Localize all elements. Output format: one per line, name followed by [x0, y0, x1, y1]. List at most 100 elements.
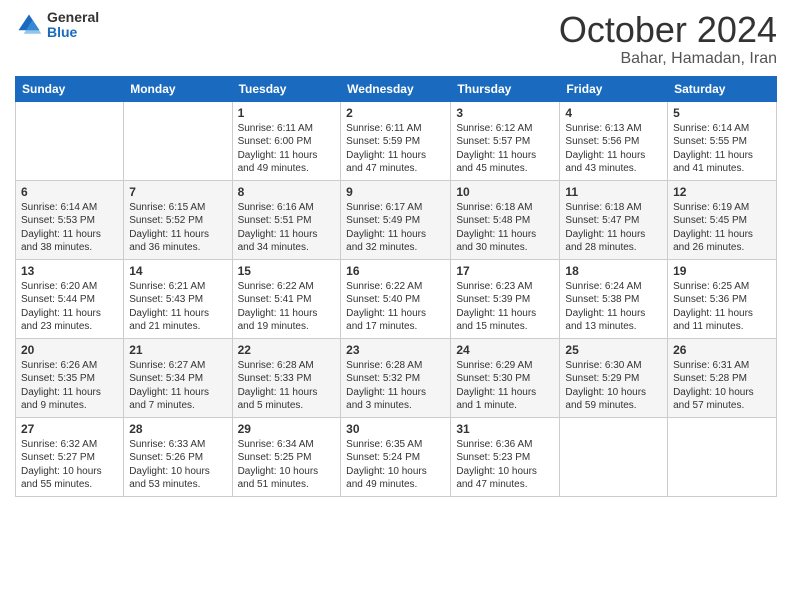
cell-content: Sunrise: 6:11 AMSunset: 6:00 PMDaylight:…: [238, 122, 336, 176]
calendar-cell: 27 Sunrise: 6:32 AMSunset: 5:27 PMDayligh…: [16, 417, 124, 496]
calendar-row-0: 1 Sunrise: 6:11 AMSunset: 6:00 PMDaylight…: [16, 101, 777, 180]
logo-blue: Blue: [47, 25, 99, 40]
cell-content: Sunrise: 6:35 AMSunset: 5:24 PMDaylight:…: [346, 438, 445, 492]
calendar-cell: 7Sunrise: 6:15 AMSunset: 5:52 PMDaylight…: [124, 180, 232, 259]
day-number: 5: [673, 106, 771, 120]
calendar-row-1: 6 Sunrise: 6:14 AMSunset: 5:53 PMDaylight…: [16, 180, 777, 259]
col-sunday: Sunday: [16, 76, 124, 101]
col-saturday: Saturday: [668, 76, 777, 101]
calendar-cell: 5 Sunrise: 6:14 AMSunset: 5:55 PMDaylight…: [668, 101, 777, 180]
cell-content: Sunrise: 6:14 AMSunset: 5:55 PMDaylight:…: [673, 122, 771, 176]
logo-icon: [15, 11, 43, 39]
cell-content: Sunrise: 6:28 AMSunset: 5:32 PMDaylight:…: [346, 359, 445, 413]
cell-content: Sunrise: 6:14 AMSunset: 5:53 PMDaylight:…: [21, 201, 118, 255]
cell-content: Sunrise: 6:12 AMSunset: 5:57 PMDaylight:…: [456, 122, 554, 176]
cell-content: Sunrise: 6:26 AMSunset: 5:35 PMDaylight:…: [21, 359, 118, 413]
cell-content: Sunrise: 6:34 AMSunset: 5:25 PMDaylight:…: [238, 438, 336, 492]
day-number: 2: [346, 106, 445, 120]
calendar-cell: 8 Sunrise: 6:16 AMSunset: 5:51 PMDaylight…: [232, 180, 341, 259]
calendar-cell: 18 Sunrise: 6:24 AMSunset: 5:38 PMDayligh…: [560, 259, 668, 338]
cell-content: Sunrise: 6:22 AMSunset: 5:41 PMDaylight:…: [238, 280, 336, 334]
cell-content: Sunrise: 6:13 AMSunset: 5:56 PMDaylight:…: [565, 122, 662, 176]
calendar-table: Sunday Monday Tuesday Wednesday Thursday…: [15, 76, 777, 497]
cell-content: Sunrise: 6:18 AMSunset: 5:48 PMDaylight:…: [456, 201, 554, 255]
cell-content: Sunrise: 6:17 AMSunset: 5:49 PMDaylight:…: [346, 201, 445, 255]
cell-content: Sunrise: 6:11 AMSunset: 5:59 PMDaylight:…: [346, 122, 445, 176]
col-monday: Monday: [124, 76, 232, 101]
calendar-cell: 30 Sunrise: 6:35 AMSunset: 5:24 PMDayligh…: [341, 417, 451, 496]
calendar-row-4: 27 Sunrise: 6:32 AMSunset: 5:27 PMDayligh…: [16, 417, 777, 496]
day-number: 3: [456, 106, 554, 120]
calendar-cell: 9 Sunrise: 6:17 AMSunset: 5:49 PMDaylight…: [341, 180, 451, 259]
day-number: 24: [456, 343, 554, 357]
cell-content: Sunrise: 6:18 AMSunset: 5:47 PMDaylight:…: [565, 201, 662, 255]
day-number: 16: [346, 264, 445, 278]
day-number: 27: [21, 422, 118, 436]
calendar-cell: 28 Sunrise: 6:33 AMSunset: 5:26 PMDayligh…: [124, 417, 232, 496]
cell-content: Sunrise: 6:33 AMSunset: 5:26 PMDaylight:…: [129, 438, 226, 492]
calendar-cell: 25 Sunrise: 6:30 AMSunset: 5:29 PMDayligh…: [560, 338, 668, 417]
calendar-cell: 31 Sunrise: 6:36 AMSunset: 5:23 PMDayligh…: [451, 417, 560, 496]
cell-content: Sunrise: 6:36 AMSunset: 5:23 PMDaylight:…: [456, 438, 554, 492]
calendar-row-3: 20 Sunrise: 6:26 AMSunset: 5:35 PMDayligh…: [16, 338, 777, 417]
calendar-cell: 2 Sunrise: 6:11 AMSunset: 5:59 PMDaylight…: [341, 101, 451, 180]
day-number: 23: [346, 343, 445, 357]
day-number: 10: [456, 185, 554, 199]
calendar-cell: 24 Sunrise: 6:29 AMSunset: 5:30 PMDayligh…: [451, 338, 560, 417]
cell-content: Sunrise: 6:28 AMSunset: 5:33 PMDaylight:…: [238, 359, 336, 413]
title-block: October 2024 Bahar, Hamadan, Iran: [559, 10, 777, 68]
calendar-cell: [560, 417, 668, 496]
day-number: 22: [238, 343, 336, 357]
calendar-cell: 10 Sunrise: 6:18 AMSunset: 5:48 PMDayligh…: [451, 180, 560, 259]
cell-content: Sunrise: 6:31 AMSunset: 5:28 PMDaylight:…: [673, 359, 771, 413]
day-number: 6: [21, 185, 118, 199]
calendar-cell: 26Sunrise: 6:31 AMSunset: 5:28 PMDayligh…: [668, 338, 777, 417]
day-number: 28: [129, 422, 226, 436]
cell-content: Sunrise: 6:30 AMSunset: 5:29 PMDaylight:…: [565, 359, 662, 413]
calendar-cell: [124, 101, 232, 180]
calendar-cell: 3 Sunrise: 6:12 AMSunset: 5:57 PMDaylight…: [451, 101, 560, 180]
cell-content: Sunrise: 6:16 AMSunset: 5:51 PMDaylight:…: [238, 201, 336, 255]
day-number: 7: [129, 185, 226, 199]
calendar-cell: 17 Sunrise: 6:23 AMSunset: 5:39 PMDayligh…: [451, 259, 560, 338]
cell-content: Sunrise: 6:27 AMSunset: 5:34 PMDaylight:…: [129, 359, 226, 413]
cell-content: Sunrise: 6:29 AMSunset: 5:30 PMDaylight:…: [456, 359, 554, 413]
cell-content: Sunrise: 6:22 AMSunset: 5:40 PMDaylight:…: [346, 280, 445, 334]
calendar-cell: 29Sunrise: 6:34 AMSunset: 5:25 PMDayligh…: [232, 417, 341, 496]
day-number: 14: [129, 264, 226, 278]
day-number: 19: [673, 264, 771, 278]
day-number: 17: [456, 264, 554, 278]
calendar-cell: 23 Sunrise: 6:28 AMSunset: 5:32 PMDayligh…: [341, 338, 451, 417]
calendar-cell: 4Sunrise: 6:13 AMSunset: 5:56 PMDaylight…: [560, 101, 668, 180]
day-number: 25: [565, 343, 662, 357]
day-number: 20: [21, 343, 118, 357]
col-friday: Friday: [560, 76, 668, 101]
day-number: 12: [673, 185, 771, 199]
day-number: 31: [456, 422, 554, 436]
calendar-cell: 11Sunrise: 6:18 AMSunset: 5:47 PMDayligh…: [560, 180, 668, 259]
logo-text: General Blue: [47, 10, 99, 41]
calendar-cell: 19 Sunrise: 6:25 AMSunset: 5:36 PMDayligh…: [668, 259, 777, 338]
col-wednesday: Wednesday: [341, 76, 451, 101]
calendar-cell: 12Sunrise: 6:19 AMSunset: 5:45 PMDayligh…: [668, 180, 777, 259]
day-number: 1: [238, 106, 336, 120]
day-number: 15: [238, 264, 336, 278]
day-number: 18: [565, 264, 662, 278]
location-title: Bahar, Hamadan, Iran: [559, 50, 777, 68]
calendar-row-2: 13Sunrise: 6:20 AMSunset: 5:44 PMDayligh…: [16, 259, 777, 338]
day-number: 30: [346, 422, 445, 436]
cell-content: Sunrise: 6:21 AMSunset: 5:43 PMDaylight:…: [129, 280, 226, 334]
cell-content: Sunrise: 6:24 AMSunset: 5:38 PMDaylight:…: [565, 280, 662, 334]
calendar-cell: 1 Sunrise: 6:11 AMSunset: 6:00 PMDaylight…: [232, 101, 341, 180]
day-number: 13: [21, 264, 118, 278]
calendar-cell: 13Sunrise: 6:20 AMSunset: 5:44 PMDayligh…: [16, 259, 124, 338]
day-number: 21: [129, 343, 226, 357]
calendar-cell: 15 Sunrise: 6:22 AMSunset: 5:41 PMDayligh…: [232, 259, 341, 338]
calendar-cell: [16, 101, 124, 180]
day-number: 8: [238, 185, 336, 199]
month-title: October 2024: [559, 10, 777, 50]
cell-content: Sunrise: 6:25 AMSunset: 5:36 PMDaylight:…: [673, 280, 771, 334]
cell-content: Sunrise: 6:23 AMSunset: 5:39 PMDaylight:…: [456, 280, 554, 334]
day-number: 9: [346, 185, 445, 199]
cell-content: Sunrise: 6:32 AMSunset: 5:27 PMDaylight:…: [21, 438, 118, 492]
